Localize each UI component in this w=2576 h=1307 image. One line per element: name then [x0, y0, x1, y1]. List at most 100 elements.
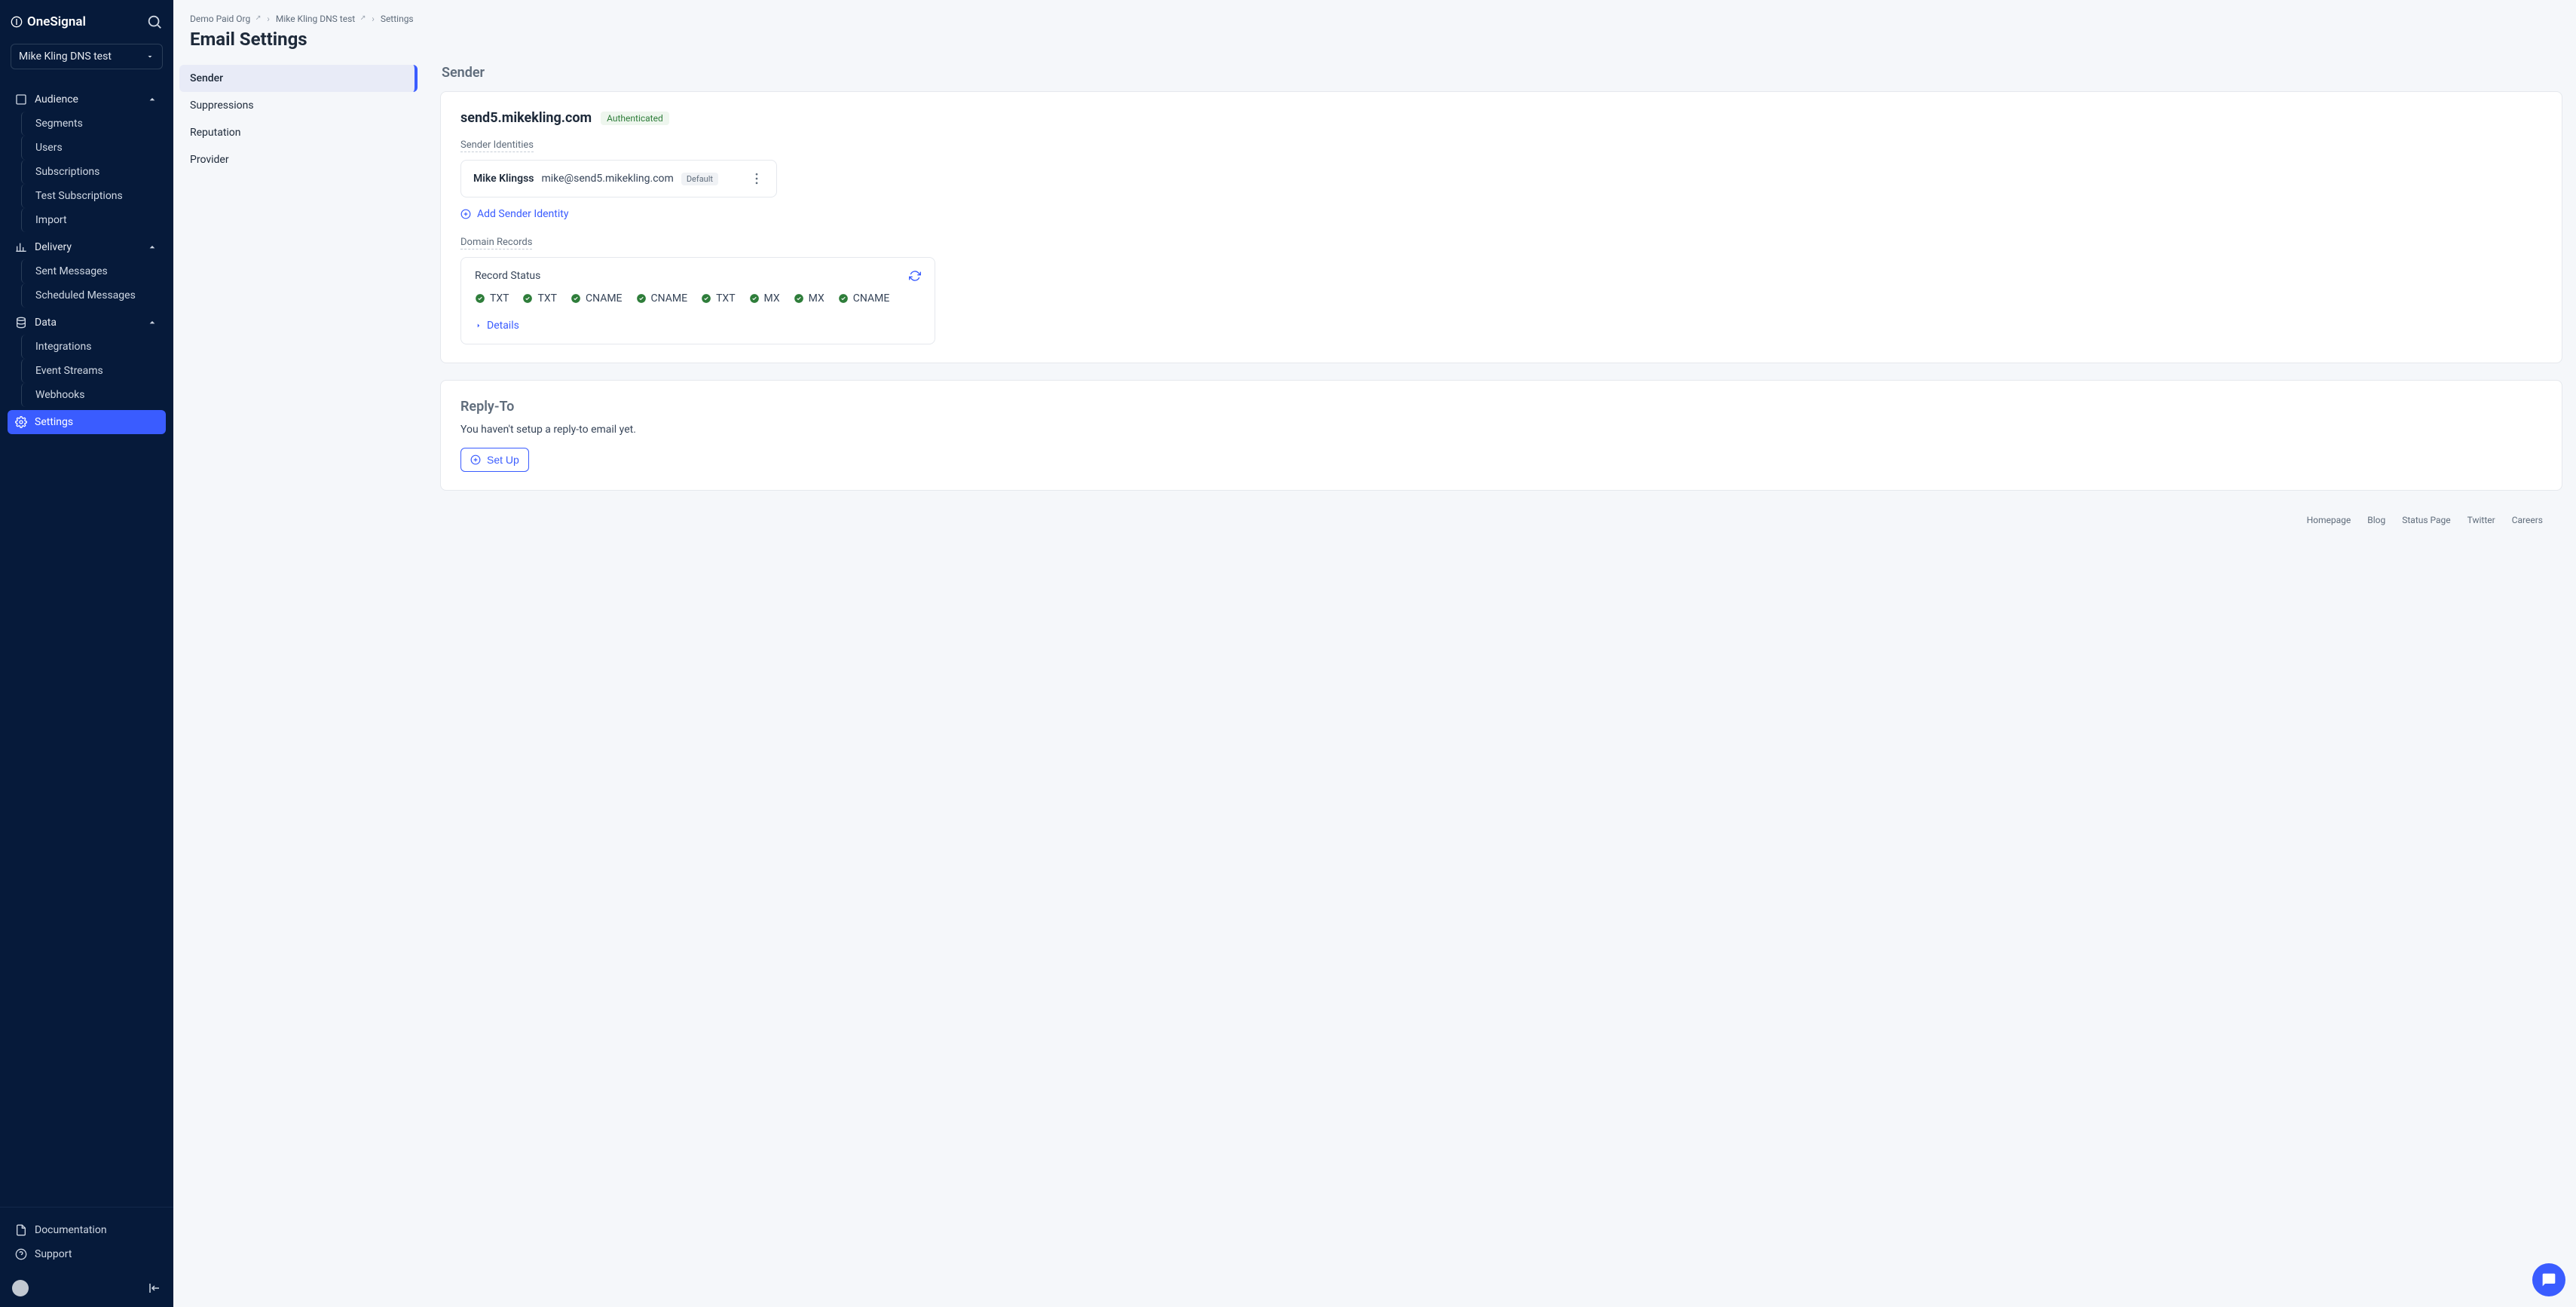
record-item: CNAME [838, 292, 890, 305]
default-badge: Default [681, 173, 718, 185]
brand-name: OneSignal [27, 14, 86, 29]
record-item: MX [794, 292, 825, 305]
reply-to-desc: You haven't setup a reply-to email yet. [460, 424, 2542, 436]
check-circle-icon [701, 293, 711, 304]
gear-icon [15, 416, 27, 428]
check-circle-icon [636, 293, 647, 304]
record-item: TXT [475, 292, 509, 305]
nav-label-delivery: Delivery [35, 241, 72, 253]
collapse-sidebar-icon[interactable] [148, 1281, 161, 1295]
footer-links: Homepage Blog Status Page Twitter Career… [440, 507, 2562, 525]
plus-circle-icon [460, 209, 471, 219]
auth-badge: Authenticated [601, 112, 669, 125]
breadcrumb-org[interactable]: Demo Paid Org [190, 14, 261, 24]
nav-group-delivery[interactable]: Delivery [8, 235, 166, 259]
breadcrumb-sep: › [372, 14, 375, 24]
sender-domain: send5.mikekling.com [460, 110, 592, 126]
chat-fab[interactable] [2532, 1263, 2565, 1296]
avatar[interactable] [12, 1280, 29, 1296]
settings-tabs: Sender Suppressions Reputation Provider [173, 65, 427, 1307]
sidebar-item-sent-messages[interactable]: Sent Messages [21, 259, 166, 283]
add-sender-identity-button[interactable]: Add Sender Identity [460, 208, 2542, 220]
identity-email: mike@send5.mikekling.com [541, 173, 673, 185]
footer-careers[interactable]: Careers [2512, 515, 2543, 525]
identity-name: Mike Klingss [473, 173, 534, 185]
app-selector-label: Mike Kling DNS test [19, 51, 112, 63]
chevron-up-icon [146, 241, 158, 253]
chevron-right-icon [475, 322, 482, 329]
tab-sender[interactable]: Sender [179, 65, 418, 92]
chevron-up-icon [146, 317, 158, 329]
brand-logo[interactable]: OneSignal [11, 14, 86, 29]
set-up-button[interactable]: Set Up [460, 448, 529, 472]
details-toggle[interactable]: Details [475, 320, 921, 332]
sidebar-item-settings[interactable]: Settings [8, 410, 166, 434]
check-circle-icon [749, 293, 760, 304]
sidebar-item-scheduled-messages[interactable]: Scheduled Messages [21, 283, 166, 308]
help-icon [15, 1248, 27, 1260]
check-circle-icon [838, 293, 849, 304]
breadcrumb-sep: › [267, 14, 270, 24]
record-list: TXT TXT CNAME CNAME TXT MX MX CNAME [475, 292, 921, 305]
kebab-menu-icon[interactable] [749, 171, 764, 186]
sidebar-item-segments[interactable]: Segments [21, 112, 166, 136]
sidebar-item-webhooks[interactable]: Webhooks [21, 383, 166, 407]
details-label: Details [487, 320, 519, 332]
check-circle-icon [522, 293, 533, 304]
database-icon [15, 317, 27, 329]
domain-records-card: Record Status TXT TXT CNAME CNAME TXT MX… [460, 257, 935, 344]
nav-group-audience[interactable]: Audience [8, 87, 166, 112]
external-link-icon [253, 15, 261, 23]
section-title-sender: Sender [442, 65, 2562, 81]
check-circle-icon [475, 293, 485, 304]
footer-homepage[interactable]: Homepage [2307, 515, 2351, 525]
record-item: CNAME [571, 292, 623, 305]
breadcrumb-label: Demo Paid Org [190, 14, 250, 24]
sidebar-item-integrations[interactable]: Integrations [21, 335, 166, 359]
refresh-icon[interactable] [909, 270, 921, 282]
sidebar-link-support[interactable]: Support [12, 1242, 161, 1266]
plus-circle-icon [470, 455, 481, 465]
chevron-down-icon [145, 52, 154, 61]
breadcrumb-label: Mike Kling DNS test [276, 14, 355, 24]
chevron-up-icon [146, 93, 158, 106]
tab-reputation[interactable]: Reputation [179, 119, 418, 146]
nav-label-data: Data [35, 317, 57, 329]
sidebar-item-subscriptions[interactable]: Subscriptions [21, 160, 166, 184]
footer-blog[interactable]: Blog [2367, 515, 2385, 525]
nav-label-audience: Audience [35, 93, 78, 106]
sidebar-item-import[interactable]: Import [21, 208, 166, 232]
sidebar-link-label: Documentation [35, 1224, 107, 1236]
page-title: Email Settings [190, 29, 2559, 50]
audience-icon [15, 93, 27, 106]
sidebar-item-event-streams[interactable]: Event Streams [21, 359, 166, 383]
sidebar-item-test-subscriptions[interactable]: Test Subscriptions [21, 184, 166, 208]
record-item: TXT [701, 292, 735, 305]
record-item: MX [749, 292, 780, 305]
breadcrumb-settings[interactable]: Settings [381, 14, 414, 24]
footer-status-page[interactable]: Status Page [2402, 515, 2450, 525]
sidebar-item-users[interactable]: Users [21, 136, 166, 160]
sidebar: OneSignal Mike Kling DNS test Audience S… [0, 0, 173, 1307]
sender-card: send5.mikekling.com Authenticated Sender… [440, 91, 2562, 363]
sender-identity-row: Mike Klingss mike@send5.mikekling.com De… [460, 160, 777, 197]
reply-to-card: Reply-To You haven't setup a reply-to em… [440, 380, 2562, 491]
main: Demo Paid Org › Mike Kling DNS test › Se… [173, 0, 2576, 1307]
chart-icon [15, 241, 27, 253]
check-circle-icon [794, 293, 804, 304]
add-sender-identity-label: Add Sender Identity [477, 208, 568, 220]
breadcrumb-app[interactable]: Mike Kling DNS test [276, 14, 366, 24]
sender-identities-label: Sender Identities [460, 139, 534, 152]
nav-group-data[interactable]: Data [8, 311, 166, 335]
nav-label-settings: Settings [35, 416, 73, 428]
tab-suppressions[interactable]: Suppressions [179, 92, 418, 119]
search-icon[interactable] [146, 14, 163, 30]
check-circle-icon [571, 293, 581, 304]
sidebar-link-documentation[interactable]: Documentation [12, 1218, 161, 1242]
footer-twitter[interactable]: Twitter [2467, 515, 2495, 525]
chat-icon [2541, 1272, 2556, 1287]
app-selector[interactable]: Mike Kling DNS test [11, 44, 163, 69]
tab-provider[interactable]: Provider [179, 146, 418, 173]
sidebar-link-label: Support [35, 1248, 72, 1260]
external-link-icon [358, 15, 366, 23]
